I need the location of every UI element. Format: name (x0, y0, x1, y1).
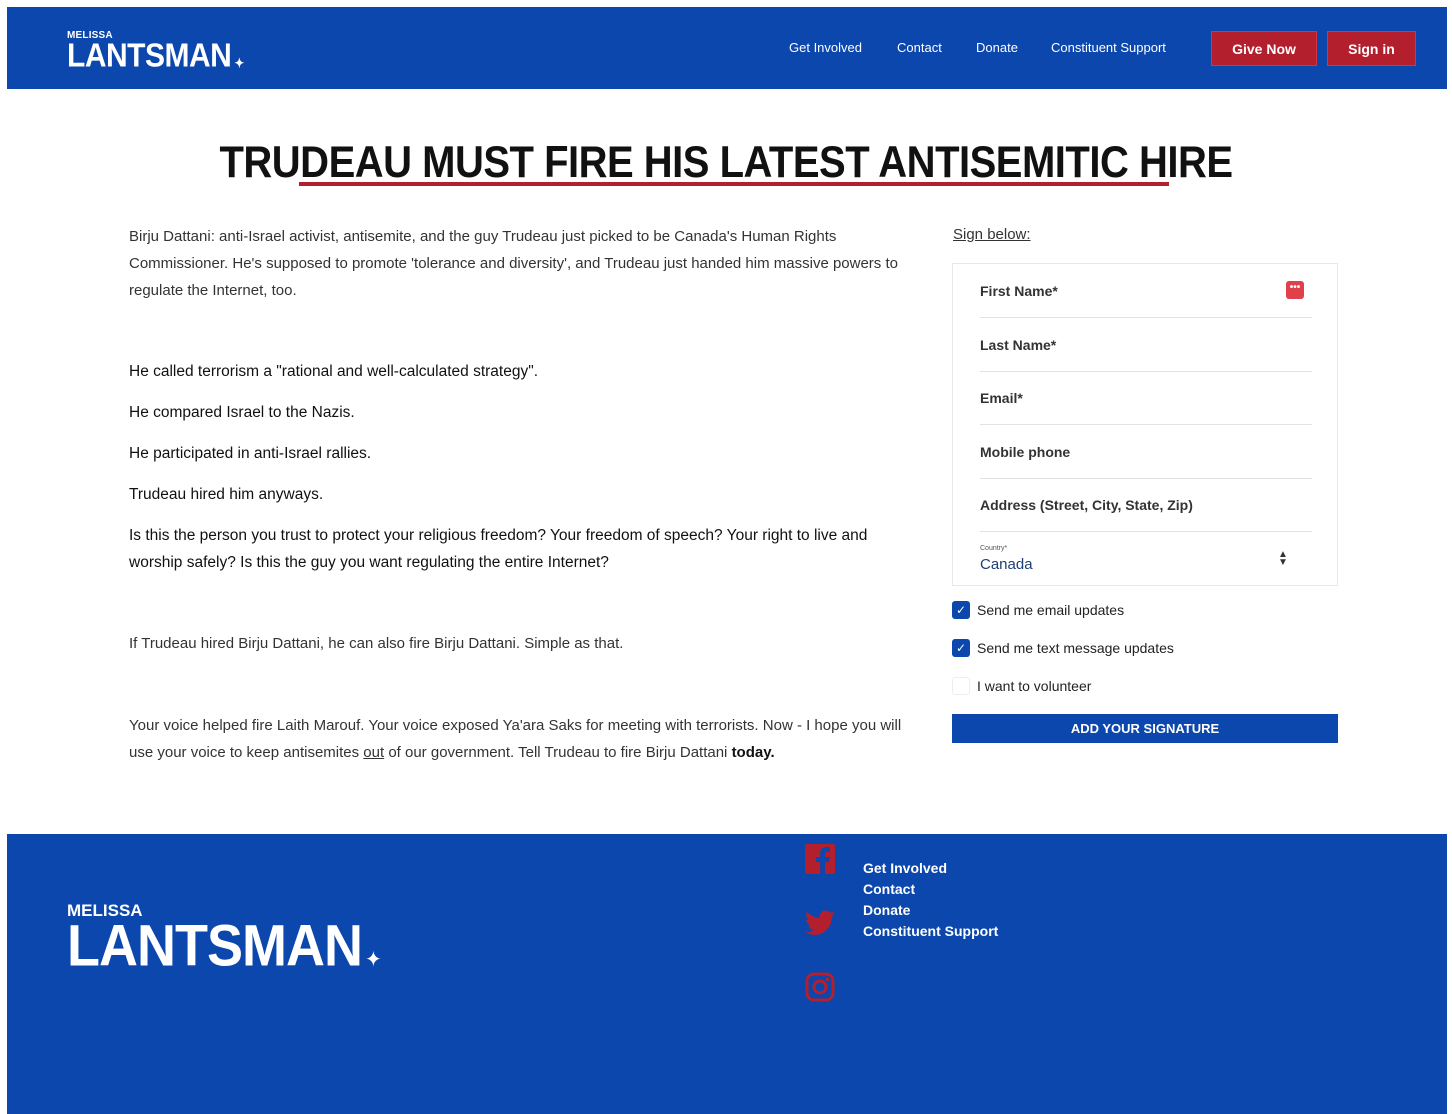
give-now-button[interactable]: Give Now (1211, 31, 1317, 66)
logo-last-name: LANTSMAN (67, 37, 232, 74)
mobile-phone-field[interactable]: Mobile phone (980, 425, 1312, 479)
footer-link-contact[interactable]: Contact (863, 879, 998, 900)
site-footer: MELISSA LANTSMAN ✦ Get Involved Contact D… (7, 834, 1447, 1114)
page-title: TRUDEAU MUST FIRE HIS LATEST ANTISEMITIC… (219, 138, 1233, 188)
footer-links: Get Involved Contact Donate Constituent … (863, 858, 998, 942)
text-updates-row[interactable]: ✓ Send me text message updates (952, 639, 1174, 657)
point-nazis: He compared Israel to the Nazis. (129, 404, 355, 421)
facebook-icon[interactable] (804, 843, 836, 875)
address-label: Address (Street, City, State, Zip) (980, 496, 1193, 513)
volunteer-row[interactable]: I want to volunteer (952, 677, 1091, 695)
text-updates-label: Send me text message updates (977, 640, 1174, 656)
nav-contact[interactable]: Contact (897, 40, 942, 55)
twitter-icon[interactable] (804, 907, 836, 939)
select-arrows-icon: ▲ ▼ (1278, 549, 1288, 568)
site-logo[interactable]: MELISSA LANTSMAN ✦ (67, 31, 244, 74)
sign-below-label: Sign below: (953, 226, 1031, 243)
footer-logo[interactable]: MELISSA LANTSMAN ✦ (67, 902, 382, 975)
footer-logo-last: LANTSMAN (67, 913, 363, 979)
point-terrorism: He called terrorism a "rational and well… (129, 363, 539, 380)
page-title-wrap: TRUDEAU MUST FIRE HIS LATEST ANTISEMITIC… (0, 138, 1452, 187)
address-field[interactable]: Address (Street, City, State, Zip) (980, 478, 1312, 532)
instagram-icon[interactable] (804, 971, 836, 1003)
intro-paragraph: Birju Dattani: anti-Israel activist, ant… (129, 228, 898, 299)
first-name-field[interactable]: First Name* ••• (980, 264, 1312, 318)
checkbox-unchecked-icon[interactable] (952, 677, 970, 695)
nav-constituent-support[interactable]: Constituent Support (1051, 40, 1166, 55)
closing-today: today. (731, 744, 775, 761)
closing-out: out (363, 744, 385, 761)
checkbox-checked-icon[interactable]: ✓ (952, 639, 970, 657)
footer-link-donate[interactable]: Donate (863, 900, 998, 921)
country-select[interactable]: Canada (980, 556, 1033, 573)
email-field[interactable]: Email* (980, 371, 1312, 425)
last-name-label: Last Name* (980, 336, 1057, 353)
volunteer-label: I want to volunteer (977, 678, 1092, 694)
email-updates-row[interactable]: ✓ Send me email updates (952, 601, 1124, 619)
email-updates-label: Send me email updates (977, 602, 1125, 618)
fire-paragraph: If Trudeau hired Birju Dattani, he can a… (129, 635, 624, 652)
checkbox-checked-icon[interactable]: ✓ (952, 601, 970, 619)
footer-link-constituent-support[interactable]: Constituent Support (863, 921, 998, 942)
title-underline (299, 182, 1169, 186)
point-rallies: He participated in anti-Israel rallies. (129, 445, 372, 462)
maple-leaf-icon: ✦ (234, 55, 244, 71)
first-name-label: First Name* (980, 282, 1058, 299)
mobile-label: Mobile phone (980, 443, 1071, 460)
footer-link-get-involved[interactable]: Get Involved (863, 858, 998, 879)
add-signature-button[interactable]: ADD YOUR SIGNATURE (952, 714, 1338, 743)
point-hired: Trudeau hired him anyways. (129, 486, 324, 503)
last-name-field[interactable]: Last Name* (980, 318, 1312, 372)
email-label: Email* (980, 389, 1023, 406)
nav-get-involved[interactable]: Get Involved (789, 40, 862, 55)
country-label: Country* (980, 545, 1008, 552)
closing-text-b: of our government. Tell Trudeau to fire … (384, 744, 732, 761)
sign-in-button[interactable]: Sign in (1327, 31, 1416, 66)
question-paragraph: Is this the person you trust to protect … (129, 527, 868, 571)
maple-leaf-icon: ✦ (364, 948, 382, 972)
nav-donate[interactable]: Donate (976, 40, 1018, 55)
closing-paragraph: Your voice helped fire Laith Marouf. You… (129, 712, 924, 766)
site-header: MELISSA LANTSMAN ✦ Get Involved Contact D… (7, 7, 1447, 89)
password-manager-icon[interactable]: ••• (1286, 281, 1304, 299)
signature-form: First Name* ••• Last Name* Email* Mobile… (952, 263, 1338, 586)
